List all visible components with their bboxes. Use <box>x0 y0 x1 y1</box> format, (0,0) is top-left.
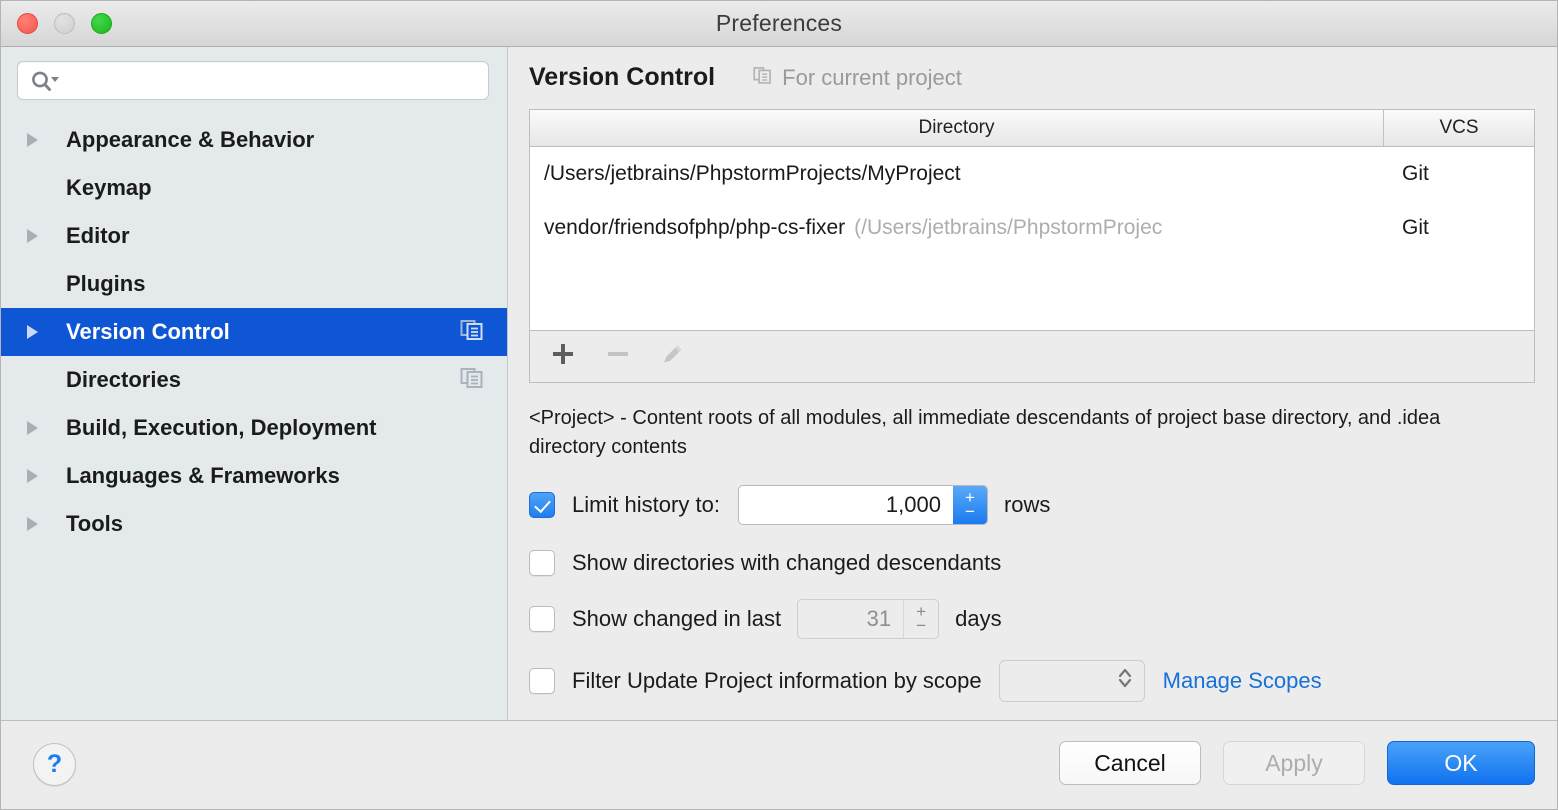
show-changed-label: Show changed in last <box>572 606 781 632</box>
scope-label: For current project <box>782 65 962 91</box>
edit-directory-button[interactable] <box>660 341 686 372</box>
filter-scope-label: Filter Update Project information by sco… <box>572 668 982 694</box>
add-directory-button[interactable] <box>550 341 576 372</box>
scope-select[interactable] <box>999 660 1145 702</box>
limit-history-value[interactable]: 1,000 <box>739 486 953 524</box>
sidebar-item-label: Tools <box>66 511 123 537</box>
sidebar-item-version-control[interactable]: Version Control <box>1 308 507 356</box>
spinner-stepper[interactable]: + − <box>903 600 938 638</box>
table-header: Directory VCS <box>530 110 1534 147</box>
project-scope-icon <box>460 318 484 347</box>
expand-arrow-icon[interactable] <box>27 212 47 260</box>
preferences-window: Preferences Appearance & Behavior <box>0 0 1558 810</box>
option-limit-history: Limit history to: 1,000 + − rows <box>529 483 1557 527</box>
project-scope-icon <box>753 65 773 91</box>
sidebar-item-label: Editor <box>66 223 130 249</box>
filter-scope-checkbox[interactable] <box>529 668 555 694</box>
spinner-decrement-icon[interactable]: − <box>916 619 926 633</box>
cell-vcs: Git <box>1384 216 1534 240</box>
sidebar-item-appearance-behavior[interactable]: Appearance & Behavior <box>1 116 507 164</box>
arrow-placeholder <box>27 356 47 404</box>
limit-history-spinner[interactable]: 1,000 + − <box>738 485 988 525</box>
sidebar-item-label: Plugins <box>66 271 145 297</box>
project-scope-icon <box>460 366 484 395</box>
limit-history-checkbox[interactable] <box>529 492 555 518</box>
expand-arrow-icon[interactable] <box>27 500 47 548</box>
table-row[interactable]: vendor/friendsofphp/php-cs-fixer (/Users… <box>530 201 1534 255</box>
sidebar-item-editor[interactable]: Editor <box>1 212 507 260</box>
column-header-vcs[interactable]: VCS <box>1384 110 1534 146</box>
arrow-placeholder <box>27 260 47 308</box>
title-bar: Preferences <box>1 1 1557 47</box>
table-row[interactable]: /Users/jetbrains/PhpstormProjects/MyProj… <box>530 147 1534 201</box>
panel-header: Version Control For current project <box>509 47 1557 92</box>
show-changed-suffix: days <box>955 606 1001 632</box>
expand-arrow-icon[interactable] <box>27 404 47 452</box>
option-filter-by-scope: Filter Update Project information by sco… <box>529 659 1557 703</box>
sidebar-item-directories[interactable]: Directories <box>1 356 507 404</box>
show-changed-value[interactable]: 31 <box>798 600 903 638</box>
limit-history-suffix: rows <box>1004 492 1050 518</box>
sidebar-item-label: Keymap <box>66 175 152 201</box>
sidebar-item-languages-frameworks[interactable]: Languages & Frameworks <box>1 452 507 500</box>
cancel-button[interactable]: Cancel <box>1059 741 1201 785</box>
settings-tree: Appearance & Behavior Keymap Editor Plug… <box>1 116 507 548</box>
cell-directory: /Users/jetbrains/PhpstormProjects/MyProj… <box>530 162 1384 186</box>
sidebar-item-label: Directories <box>66 367 181 393</box>
cell-directory: vendor/friendsofphp/php-cs-fixer (/Users… <box>530 216 1384 240</box>
table-description: <Project> - Content roots of all modules… <box>529 404 1517 462</box>
arrow-placeholder <box>27 164 47 212</box>
remove-directory-button[interactable] <box>605 341 631 372</box>
sidebar-item-label: Languages & Frameworks <box>66 463 340 489</box>
search-input[interactable] <box>70 62 480 99</box>
search-container <box>1 47 507 100</box>
sidebar-item-tools[interactable]: Tools <box>1 500 507 548</box>
show-directories-label: Show directories with changed descendant… <box>572 550 1001 576</box>
chevron-updown-icon <box>1115 664 1135 698</box>
vcs-directory-table: Directory VCS /Users/jetbrains/PhpstormP… <box>529 109 1535 331</box>
sidebar-item-label: Version Control <box>66 319 230 345</box>
expand-arrow-icon[interactable] <box>27 308 47 356</box>
directory-path: vendor/friendsofphp/php-cs-fixer <box>544 216 845 240</box>
table-toolbar <box>529 331 1535 383</box>
apply-button[interactable]: Apply <box>1223 741 1365 785</box>
main-panel: Version Control For current project Dire… <box>509 47 1557 721</box>
option-show-directories: Show directories with changed descendant… <box>529 541 1557 585</box>
column-header-directory[interactable]: Directory <box>530 110 1384 146</box>
sidebar-item-keymap[interactable]: Keymap <box>1 164 507 212</box>
scope-indicator: For current project <box>753 65 962 91</box>
show-changed-checkbox[interactable] <box>529 606 555 632</box>
settings-sidebar: Appearance & Behavior Keymap Editor Plug… <box>1 47 508 721</box>
expand-arrow-icon[interactable] <box>27 116 47 164</box>
spinner-decrement-icon[interactable]: − <box>965 505 975 519</box>
option-show-changed-in-last: Show changed in last 31 + − days <box>529 597 1557 641</box>
sidebar-item-label: Appearance & Behavior <box>66 127 314 153</box>
directory-path-secondary: (/Users/jetbrains/PhpstormProjec <box>854 216 1162 240</box>
ok-button[interactable]: OK <box>1387 741 1535 785</box>
page-title: Version Control <box>529 63 715 92</box>
sidebar-item-build-execution-deployment[interactable]: Build, Execution, Deployment <box>1 404 507 452</box>
show-changed-spinner[interactable]: 31 + − <box>797 599 939 639</box>
search-field[interactable] <box>17 61 489 100</box>
show-directories-checkbox[interactable] <box>529 550 555 576</box>
expand-arrow-icon[interactable] <box>27 452 47 500</box>
directory-path: /Users/jetbrains/PhpstormProjects/MyProj… <box>544 162 961 186</box>
sidebar-item-plugins[interactable]: Plugins <box>1 260 507 308</box>
footer-buttons: Cancel Apply OK <box>1059 741 1535 785</box>
spinner-stepper[interactable]: + − <box>953 486 987 524</box>
manage-scopes-link[interactable]: Manage Scopes <box>1163 668 1322 694</box>
dialog-footer: ? Cancel Apply OK <box>1 720 1557 809</box>
search-icon <box>30 70 60 97</box>
limit-history-label: Limit history to: <box>572 492 720 518</box>
help-button[interactable]: ? <box>33 743 76 786</box>
window-title: Preferences <box>1 10 1557 37</box>
sidebar-item-label: Build, Execution, Deployment <box>66 415 376 441</box>
cell-vcs: Git <box>1384 162 1534 186</box>
